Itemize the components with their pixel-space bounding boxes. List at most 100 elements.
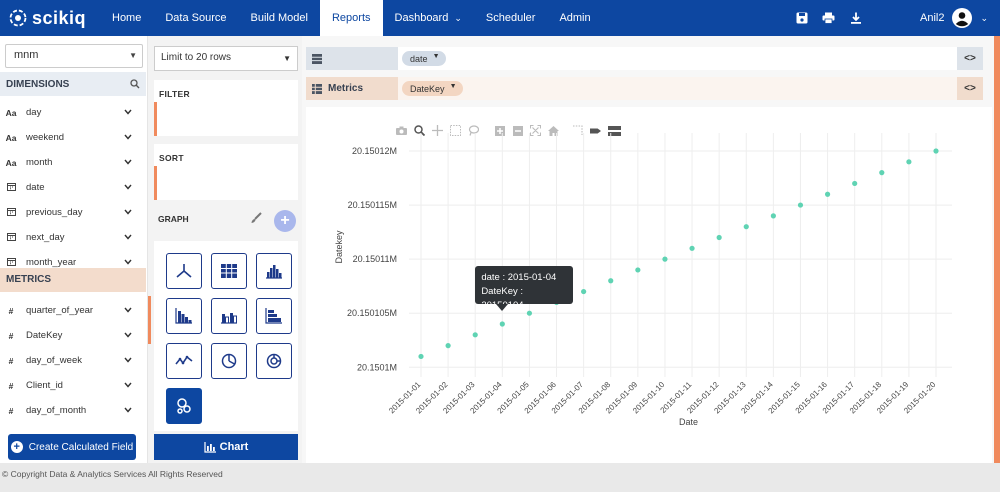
chevron-down-icon: ⌄ — [454, 12, 462, 23]
data-point — [770, 213, 776, 219]
grouped-bar-icon[interactable] — [211, 298, 247, 334]
graph-label: GRAPH — [158, 214, 189, 224]
data-point — [689, 245, 695, 251]
nav-label: Scheduler — [485, 12, 536, 24]
field-date[interactable]: date — [0, 175, 146, 200]
chevron-down-icon[interactable] — [124, 132, 132, 140]
paint-brush-icon[interactable] — [250, 212, 262, 224]
donut-chart-icon[interactable] — [256, 343, 292, 379]
field-datekey[interactable]: # DateKey — [0, 323, 146, 348]
datekey-pill-label: DateKey — [410, 83, 445, 94]
nav-label: Data Source — [165, 12, 227, 24]
sort-label: SORT — [159, 153, 184, 163]
scatter-axes-icon[interactable] — [166, 253, 202, 289]
field-month[interactable]: Aa month — [0, 150, 146, 175]
metrics-dropzone[interactable]: DateKey ▼ — [398, 77, 957, 100]
field-quarter-of-year[interactable]: # quarter_of_year — [0, 298, 146, 323]
field-label: weekend — [26, 132, 65, 143]
graph-type-picker — [154, 241, 298, 431]
user-avatar-icon[interactable] — [952, 8, 973, 28]
nav-build-model[interactable]: Build Model — [239, 0, 320, 36]
chevron-down-icon[interactable] — [124, 380, 132, 388]
top-navbar: scikiq Home Data Source Build Model Reports… — [0, 0, 1000, 36]
line-chart-icon[interactable] — [166, 343, 202, 379]
dimensions-title: DIMENSIONS — [6, 78, 70, 90]
create-calculated-field-label: Create Calculated Field — [28, 441, 134, 453]
footer-copyright: © Copyright Data & Analytics Services Al… — [0, 463, 1000, 492]
y-tick-label: 20.15012M — [352, 146, 397, 156]
nav-admin[interactable]: Admin — [547, 0, 602, 36]
print-icon[interactable] — [820, 9, 838, 27]
create-calculated-field-button[interactable]: + Create Calculated Field — [8, 434, 136, 460]
right-scrollbar[interactable] — [994, 36, 1000, 463]
top-actions: Anil2 ⌄ — [793, 0, 1000, 36]
date-pill-label: date — [410, 53, 428, 64]
chevron-down-icon[interactable] — [124, 182, 132, 190]
field-weekend[interactable]: Aa weekend — [0, 125, 146, 150]
nav-dashboard[interactable]: Dashboard ⌄ — [383, 0, 474, 36]
filter-dropzone[interactable]: FILTER — [154, 80, 298, 136]
date-pill[interactable]: date ▼ — [402, 51, 446, 66]
chevron-down-icon: ▼ — [449, 83, 457, 90]
data-point — [852, 180, 858, 187]
datekey-pill[interactable]: DateKey ▼ — [402, 81, 463, 96]
y-axis-title: Datekey — [334, 230, 344, 264]
chart-button[interactable]: Chart — [154, 434, 298, 460]
pie-chart-icon[interactable] — [211, 343, 247, 379]
scatter-plot[interactable]: 20.1501M 20.150105M 20.15011M 20.150115M 20.… — [306, 107, 992, 463]
dropdown-caret-icon: ▼ — [283, 54, 291, 63]
chevron-down-icon[interactable] — [124, 330, 132, 338]
sort-dropzone[interactable]: SORT — [154, 144, 298, 200]
number-type-icon: # — [8, 305, 14, 316]
nav-data-source[interactable]: Data Source — [153, 0, 238, 36]
user-name[interactable]: Anil2 — [920, 12, 944, 24]
chevron-down-icon[interactable] — [124, 405, 132, 413]
code-toggle-icon[interactable]: <> — [957, 47, 983, 70]
chart-button-label: Chart — [219, 441, 249, 453]
stacked-bar-icon[interactable] — [256, 298, 292, 334]
data-point — [635, 267, 641, 273]
x-axis-title: Date — [679, 417, 698, 427]
add-graph-button[interactable]: + — [274, 210, 296, 232]
chevron-down-icon[interactable] — [124, 257, 132, 265]
chevron-down-icon[interactable] — [124, 207, 132, 215]
table-grid-icon[interactable] — [211, 253, 247, 289]
field-day-of-month[interactable]: # day_of_month — [0, 398, 146, 423]
data-point — [472, 332, 478, 338]
search-icon[interactable] — [130, 79, 140, 89]
code-toggle-icon[interactable]: <> — [957, 77, 983, 100]
bubble-chart-icon[interactable] — [166, 388, 202, 424]
save-icon[interactable] — [793, 9, 811, 27]
dataset-select-value: mnm — [14, 49, 39, 61]
rows-dropzone[interactable]: date ▼ — [398, 47, 957, 70]
field-previous-day[interactable]: previous_day — [0, 200, 146, 225]
download-icon[interactable] — [847, 9, 865, 27]
dataset-select[interactable]: mnm ▼ — [5, 44, 143, 68]
chevron-down-icon[interactable] — [124, 232, 132, 240]
field-client-id[interactable]: # Client_id — [0, 373, 146, 398]
data-point — [743, 224, 749, 230]
rows-shelf: date ▼ <> — [306, 47, 983, 70]
nav-reports[interactable]: Reports — [319, 0, 383, 36]
field-day-of-week[interactable]: # day_of_week — [0, 348, 146, 373]
chevron-down-icon[interactable] — [124, 157, 132, 165]
brand-logo[interactable]: scikiq — [0, 0, 100, 36]
user-menu-chevron-icon[interactable]: ⌄ — [980, 13, 988, 24]
field-next-day[interactable]: next_day — [0, 225, 146, 250]
nav-scheduler[interactable]: Scheduler — [474, 0, 548, 36]
row-limit-select[interactable]: Limit to 20 rows ▼ — [154, 46, 298, 71]
stepped-bar-icon[interactable] — [166, 298, 202, 334]
chevron-down-icon[interactable] — [124, 355, 132, 363]
main-nav: Home Data Source Build Model Reports Dashboa… — [100, 0, 603, 36]
calendar-type-icon — [4, 207, 18, 218]
chevron-down-icon[interactable] — [124, 305, 132, 313]
field-month-year[interactable]: month_year — [0, 250, 146, 268]
chevron-down-icon[interactable] — [124, 107, 132, 115]
field-label: date — [26, 182, 45, 193]
data-point — [418, 353, 424, 360]
field-day[interactable]: Aa day — [0, 100, 146, 125]
metrics-shelf-label: Metrics — [328, 83, 364, 94]
nav-home[interactable]: Home — [100, 0, 153, 36]
histogram-icon[interactable] — [256, 253, 292, 289]
query-panel: Limit to 20 rows ▼ FILTER SORT GRAPH + C… — [148, 36, 302, 463]
